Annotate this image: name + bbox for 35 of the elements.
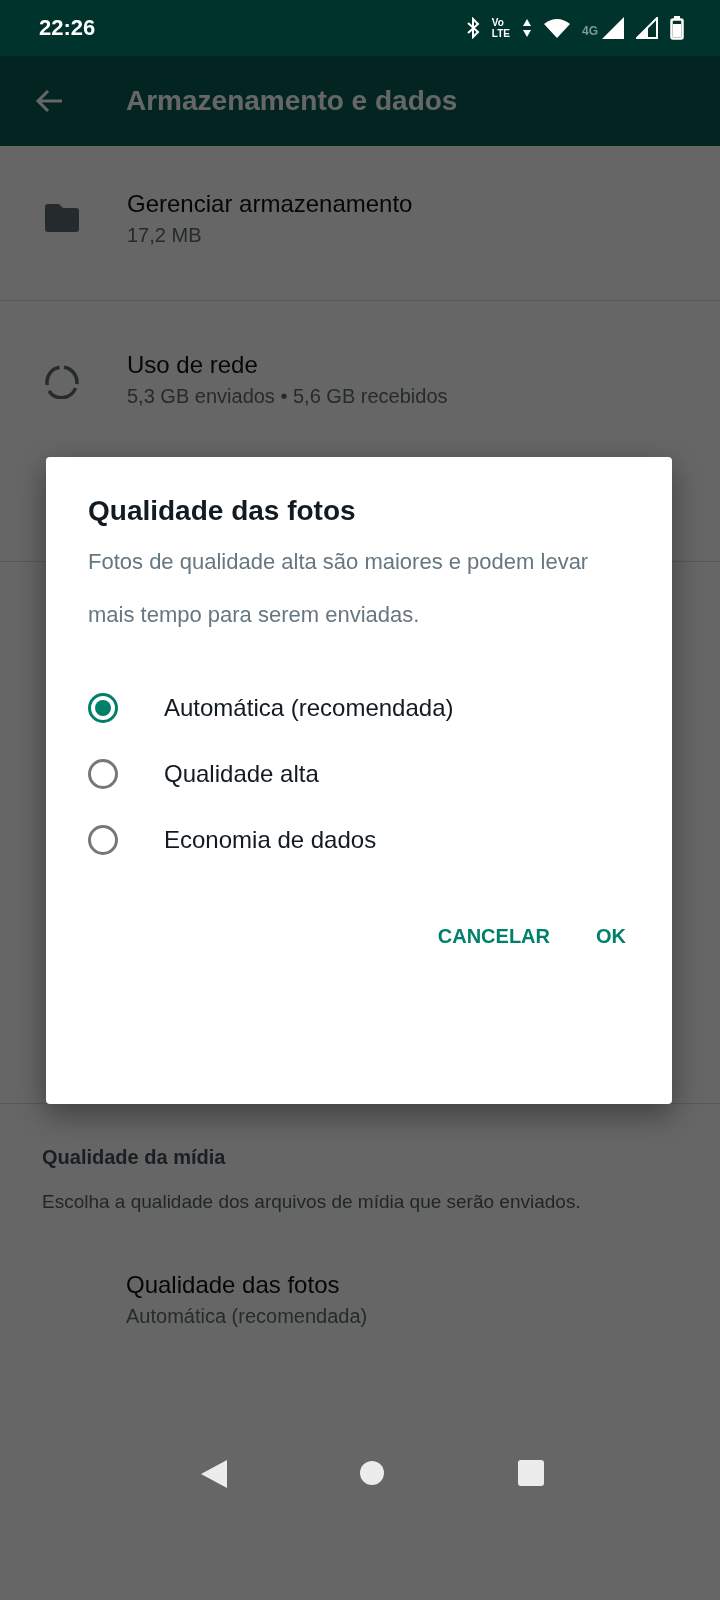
recents-icon[interactable]	[517, 1460, 544, 1486]
signal-icon	[602, 17, 624, 39]
signal-icon	[636, 17, 658, 39]
radio-option[interactable]: Automática (recomendada)	[88, 693, 630, 723]
radio-button[interactable]	[88, 693, 118, 723]
radio-option[interactable]: Economia de dados	[88, 825, 630, 855]
folder-icon	[45, 204, 79, 232]
volte-label: Vo LTE	[491, 17, 510, 39]
settings-item[interactable]: Gerenciar armazenamento 17,2 MB	[0, 146, 720, 300]
bluetooth-icon	[465, 17, 480, 39]
wifi-icon	[544, 18, 570, 38]
network-type-label: 4G	[582, 24, 598, 38]
section-description: Escolha a qualidade dos arquivos de mídia que serão enviados.	[42, 1190, 582, 1214]
item-title: Uso de rede	[127, 351, 259, 379]
back-arrow-icon[interactable]	[35, 89, 63, 113]
item-subtitle: 5,3 GB enviados • 5,6 GB recebidos	[127, 385, 448, 408]
status-time: 22:26	[39, 15, 96, 41]
radio-option[interactable]: Qualidade alta	[88, 759, 630, 789]
back-icon[interactable]	[201, 1460, 228, 1488]
radio-button[interactable]	[88, 759, 118, 789]
item-title: Gerenciar armazenamento	[127, 190, 413, 218]
data-usage-icon	[45, 365, 79, 399]
radio-button[interactable]	[88, 825, 118, 855]
battery-icon	[670, 16, 684, 40]
item-subtitle: 17,2 MB	[127, 224, 203, 247]
screen-title: Armazenamento e dados	[126, 85, 458, 117]
section-heading: Qualidade da mídia	[42, 1146, 227, 1169]
data-arrows-icon	[522, 17, 532, 39]
item-title: Qualidade das fotos	[126, 1271, 341, 1299]
dialog-button[interactable]: OK	[592, 917, 630, 956]
home-icon[interactable]	[359, 1460, 386, 1486]
dialog-title: Qualidade das fotos	[88, 495, 357, 527]
dialog-button[interactable]: CANCELAR	[433, 917, 554, 956]
settings-item[interactable]: Qualidade das fotos Automática (recomendada)	[42, 1271, 680, 1328]
item-subtitle: Automática (recomendada)	[126, 1305, 369, 1328]
